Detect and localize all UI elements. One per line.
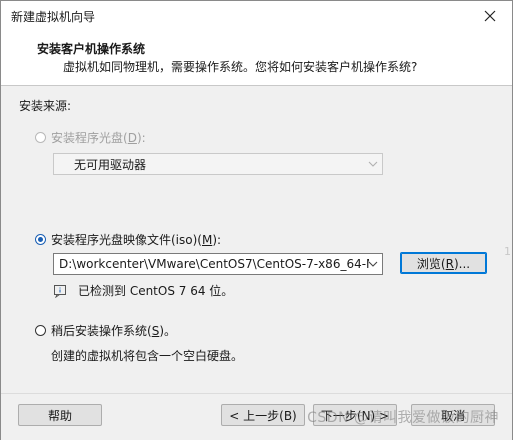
- next-button-label: 下一步(N) >: [320, 408, 390, 423]
- page-title: 安装客户机操作系统: [37, 42, 146, 56]
- detected-os-text: 已检测到 CentOS 7 64 位。: [78, 284, 234, 298]
- close-button[interactable]: [474, 3, 506, 29]
- iso-path-select[interactable]: D:\workcenter\VMware\CentOS7\CentOS-7-x8…: [53, 253, 383, 275]
- back-button-label: < 上一步(B): [229, 408, 297, 423]
- disc-radio[interactable]: [35, 132, 46, 143]
- browse-button[interactable]: 浏览(R)...: [400, 252, 487, 274]
- page-subtitle: 虚拟机如同物理机，需要操作系统。您将如何安装客户机操作系统?: [63, 60, 418, 74]
- blank-disk-note: 创建的虚拟机将包含一个空白硬盘。: [51, 349, 244, 363]
- cancel-button[interactable]: 取消: [411, 404, 495, 426]
- iso-path-value: D:\workcenter\VMware\CentOS7\CentOS-7-x8…: [59, 257, 369, 271]
- new-vm-wizard-dialog: 新建虚拟机向导 安装客户机操作系统 虚拟机如同物理机，需要操作系统。您将如何安装…: [0, 0, 513, 440]
- detection-info: 已检测到 CentOS 7 64 位。: [53, 282, 233, 299]
- iso-radio-label: 安装程序光盘映像文件(iso)(M):: [51, 233, 222, 247]
- chevron-down-icon: [368, 161, 378, 167]
- disc-drive-value: 无可用驱动器: [74, 157, 147, 172]
- back-button[interactable]: < 上一步(B): [221, 404, 305, 426]
- close-icon: [484, 10, 496, 22]
- disc-radio-option[interactable]: 安装程序光盘(D):: [35, 129, 146, 146]
- help-button[interactable]: 帮助: [18, 404, 102, 426]
- later-radio[interactable]: [35, 325, 46, 336]
- chevron-down-icon: [368, 261, 378, 267]
- wizard-footer: 帮助 < 上一步(B) 下一步(N) > 取消: [1, 393, 512, 440]
- help-button-label: 帮助: [47, 408, 72, 423]
- next-button[interactable]: 下一步(N) >: [313, 404, 397, 426]
- title-bar: 新建虚拟机向导: [1, 1, 512, 31]
- wizard-header: 安装客户机操作系统 虚拟机如同物理机，需要操作系统。您将如何安装客户机操作系统?: [1, 31, 512, 86]
- window-title: 新建虚拟机向导: [11, 10, 96, 24]
- later-radio-label: 稍后安装操作系统(S)。: [51, 324, 176, 338]
- disc-drive-select[interactable]: 无可用驱动器: [53, 153, 383, 175]
- cancel-button-label: 取消: [440, 408, 465, 423]
- iso-radio[interactable]: [35, 234, 46, 245]
- info-icon: [54, 284, 66, 298]
- disc-radio-label: 安装程序光盘(D):: [51, 131, 146, 145]
- browse-button-label: 浏览(R)...: [416, 256, 471, 271]
- edge-mark: 1: [504, 245, 511, 258]
- install-source-label: 安装来源:: [19, 99, 72, 113]
- iso-radio-option[interactable]: 安装程序光盘映像文件(iso)(M):: [35, 231, 221, 248]
- later-radio-option[interactable]: 稍后安装操作系统(S)。: [35, 322, 176, 339]
